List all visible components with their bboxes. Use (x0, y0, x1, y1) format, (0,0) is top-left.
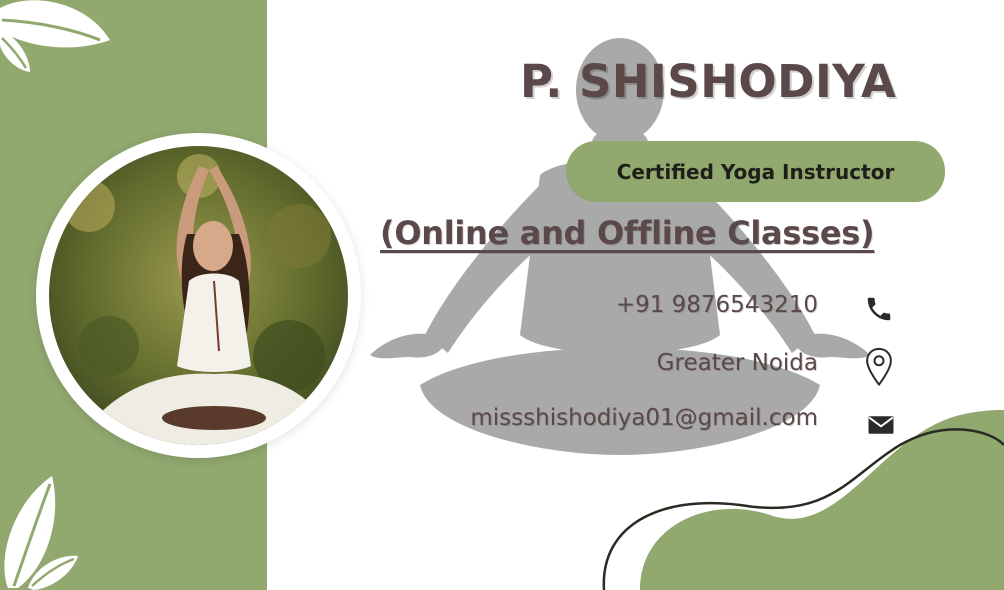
envelope-icon (868, 416, 894, 434)
yoga-pose-illustration (49, 146, 348, 445)
map-pin-icon (866, 347, 892, 387)
instructor-name: P. SHISHODIYA (520, 55, 897, 108)
business-card: P. SHISHODIYA Certified Yoga Instructor … (0, 0, 1004, 590)
phone-icon (867, 297, 891, 321)
bottom-leaves-icon (4, 476, 78, 590)
location-text: Greater Noida (656, 350, 818, 376)
email-address[interactable]: missshishodiya01@gmail.com (470, 405, 818, 431)
bottom-right-blob (602, 409, 1004, 590)
instructor-photo (49, 146, 348, 445)
title-badge: Certified Yoga Instructor (566, 141, 945, 202)
classes-subtitle: (Online and Offline Classes) (380, 214, 875, 252)
title-text: Certified Yoga Instructor (616, 159, 895, 184)
top-leaves-icon (0, 0, 110, 72)
phone-number[interactable]: +91 9876543210 (616, 292, 818, 318)
